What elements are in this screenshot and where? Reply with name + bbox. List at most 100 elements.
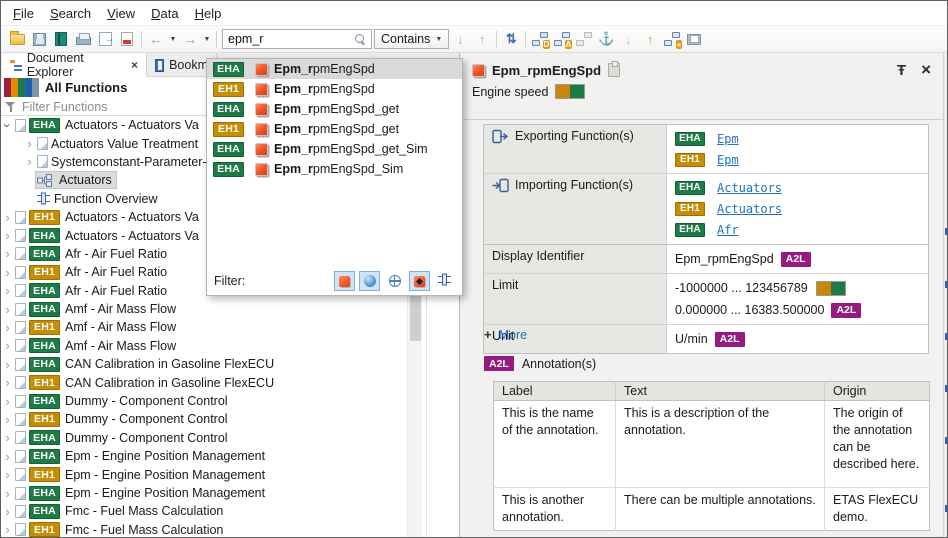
tree-row[interactable]: ›EHADummy - Component Control [1,392,407,410]
menu-search[interactable]: Search [42,3,99,24]
tree-row[interactable]: ›EH1Fmc - Fuel Mass Calculation [1,521,407,538]
result-name: Epm_rpmEngSpd [274,62,375,76]
filter-measurements-button[interactable] [334,271,355,291]
print-icon[interactable] [72,28,94,50]
chevron-icon[interactable]: › [1,449,14,464]
tree-row[interactable]: ›EHADummy - Component Control [1,429,407,447]
clipboard-icon[interactable] [608,63,620,77]
open-declaration-icon[interactable]: A [551,28,573,50]
chevron-icon[interactable]: › [1,210,14,225]
related-items-icon[interactable]: « [661,28,683,50]
red-square-icon [339,276,350,287]
move-down-icon[interactable]: ↓ [617,28,639,50]
tree-row[interactable]: ›EH1CAN Calibration in Gasoline FlexECU [1,373,407,391]
plus-icon: + [484,327,492,342]
chevron-icon[interactable]: › [1,522,14,537]
pin-icon[interactable]: Ŧ [897,62,906,79]
search-input[interactable]: epm_r [222,29,372,49]
target-badge: EH1 [29,522,60,537]
chevron-icon[interactable]: › [1,338,14,353]
search-result-row[interactable]: EHAEpm_rpmEngSpd [207,59,462,79]
tree-row[interactable]: ›EH1Amf - Air Mass Flow [1,318,407,336]
document-icon [15,119,26,132]
filter-functions-button[interactable] [434,271,455,291]
pdf-document-icon[interactable] [116,28,138,50]
chevron-icon[interactable]: › [1,119,15,132]
function-link[interactable]: Actuators [717,181,782,195]
menu-data[interactable]: Data [143,3,186,24]
search-result-row[interactable]: EHAEpm_rpmEngSpd_get [207,99,462,119]
save-icon[interactable] [28,28,50,50]
tree-row[interactable]: ›EHAFmc - Fuel Mass Calculation [1,502,407,520]
contains-dropdown[interactable]: Contains ▼ [374,29,449,49]
function-link[interactable]: Afr [717,223,739,237]
close-icon[interactable]: × [921,60,931,80]
export-document-icon[interactable] [94,28,116,50]
new-window-icon[interactable] [683,28,705,50]
tree-row[interactable]: ›EHAAmf - Air Mass Flow [1,337,407,355]
move-up-icon[interactable]: ↑ [639,28,661,50]
multicolor-flag-icon [4,78,39,97]
search-result-row[interactable]: EH1Epm_rpmEngSpd_get [207,119,462,139]
menu-file[interactable]: File [5,3,42,24]
tree-row[interactable]: ›EH1Dummy - Component Control [1,410,407,428]
tree-row[interactable]: ›EHAEpm - Engine Position Management [1,447,407,465]
chevron-icon[interactable]: › [1,320,14,335]
back-dropdown-icon[interactable]: ▼ [167,28,179,50]
target-badge: EH1 [29,210,60,225]
open-folder-icon[interactable] [6,28,28,50]
chevron-icon[interactable]: › [1,467,14,482]
tab-document-explorer[interactable]: Document Explorer × [2,53,147,77]
search-result-row[interactable]: EHAEpm_rpmEngSpd_Sim [207,159,462,179]
chevron-icon[interactable]: › [1,412,14,427]
anchor-gray-icon[interactable]: ⚓ [595,28,617,50]
annotations-heading: A2L Annotation(s) [484,356,596,371]
chevron-icon[interactable]: › [1,430,14,445]
tree-row[interactable]: ›EHACAN Calibration in Gasoline FlexECU [1,355,407,373]
close-tab-icon[interactable]: × [131,58,138,72]
search-result-row[interactable]: EH1Epm_rpmEngSpd [207,79,462,99]
annotation-ruler[interactable] [943,53,948,538]
linked-gray-icon[interactable] [573,28,595,50]
chevron-icon[interactable]: › [1,375,14,390]
menu-view[interactable]: View [99,3,143,24]
chevron-icon[interactable]: › [1,246,14,261]
tree-row[interactable]: ›EH1Epm - Engine Position Management [1,465,407,483]
document-icon [15,395,26,408]
library-book-icon[interactable] [50,28,72,50]
filter-characteristics-button[interactable] [359,271,380,291]
chevron-icon[interactable]: › [23,136,36,151]
chevron-icon[interactable]: › [1,486,14,501]
chevron-icon[interactable]: › [1,302,14,317]
tree-row[interactable]: ›EHAAmf - Air Mass Flow [1,300,407,318]
tree-row-label: Actuators Value Treatment [51,137,198,151]
chevron-icon[interactable]: › [1,228,14,243]
menu-help[interactable]: Help [187,3,230,24]
chevron-icon[interactable]: › [1,504,14,519]
tree-row[interactable]: ›EHAEpm - Engine Position Management [1,484,407,502]
forward-dropdown-icon[interactable]: ▼ [201,28,213,50]
filter-local-measurements-button[interactable] [409,271,430,291]
search-result-row[interactable]: EHAEpm_rpmEngSpd_get_Sim [207,139,462,159]
selected-tree-item[interactable]: Actuators [36,172,116,188]
detail-panel: Epm_rpmEngSpd Ŧ × Engine speed Exporting… [459,53,943,538]
chevron-icon[interactable]: › [1,357,14,372]
back-icon[interactable]: ← [145,28,167,50]
chevron-icon[interactable]: › [1,265,14,280]
function-link[interactable]: Epm [717,132,739,146]
find-next-icon[interactable]: ↓ [449,28,471,50]
more-link[interactable]: + More [484,327,527,342]
document-icon [15,284,26,297]
forward-icon[interactable]: → [179,28,201,50]
open-definition-icon[interactable]: D [529,28,551,50]
chevron-icon[interactable]: › [1,394,14,409]
target-badge: EH1 [29,320,60,335]
chevron-icon[interactable]: › [23,154,36,169]
find-previous-icon[interactable]: ↑ [471,28,493,50]
expand-all-icon[interactable]: ⇅ [500,28,522,50]
function-link[interactable]: Epm [717,153,739,167]
search-results-popup: EHAEpm_rpmEngSpdEH1Epm_rpmEngSpdEHAEpm_r… [206,58,463,296]
chevron-icon[interactable]: › [1,283,14,298]
filter-globals-button[interactable] [384,271,405,291]
function-link[interactable]: Actuators [717,202,782,216]
